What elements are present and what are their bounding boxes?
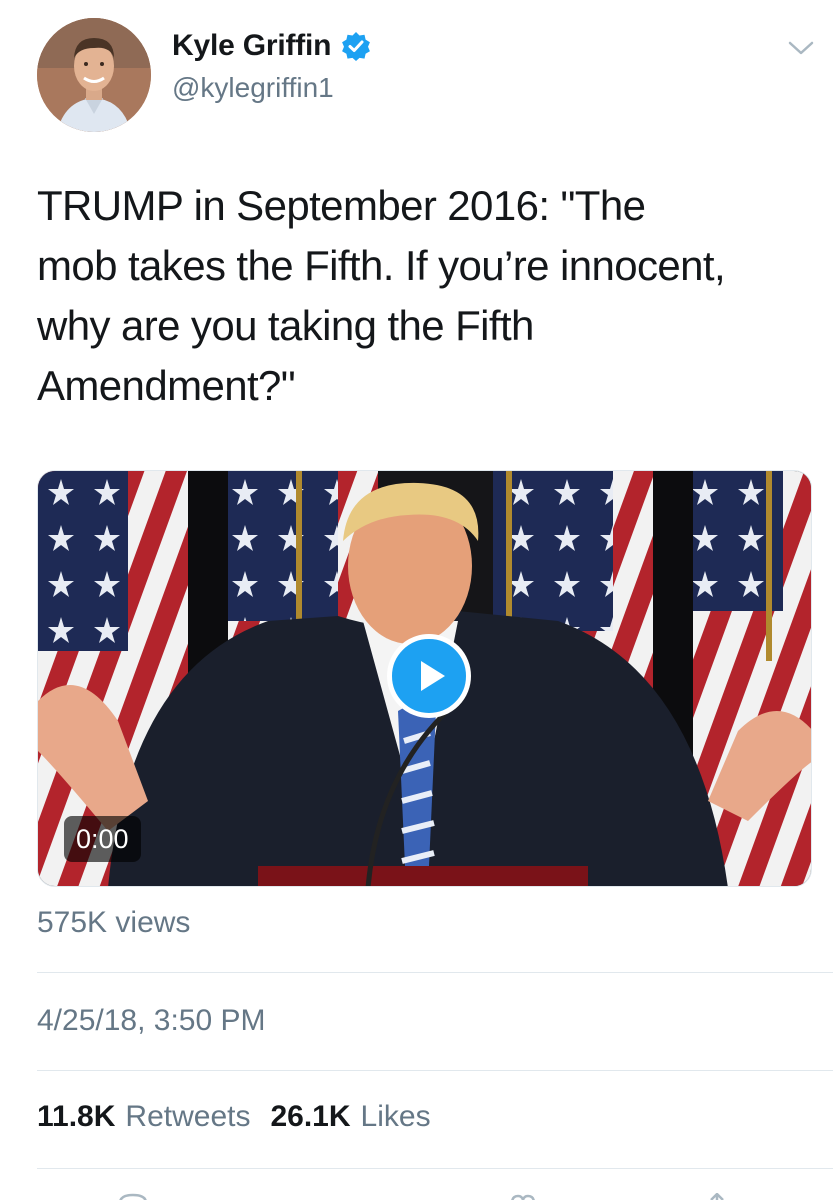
play-icon <box>421 661 445 691</box>
likes-count[interactable]: 26.1K <box>270 1100 350 1134</box>
view-count: 575K views <box>37 906 191 939</box>
tweet-text-line: why are you taking the Fifth <box>37 302 534 349</box>
divider <box>37 1070 833 1071</box>
reply-icon[interactable] <box>118 1190 148 1200</box>
chevron-down-icon[interactable] <box>786 36 816 60</box>
tweet-timestamp[interactable]: 4/25/18, 3:50 PM <box>37 1004 266 1038</box>
likes-label[interactable]: Likes <box>361 1100 431 1134</box>
divider <box>37 1168 833 1169</box>
engagement-stats: 11.8K Retweets 26.1K Likes <box>37 1100 451 1134</box>
tweet-text-line: mob takes the Fifth. If you’re innocent, <box>37 242 726 289</box>
author-name-row: Kyle Griffin <box>172 26 371 66</box>
like-icon[interactable] <box>508 1190 538 1200</box>
tweet-text-line: Amendment?" <box>37 362 296 409</box>
divider <box>37 972 833 973</box>
play-button[interactable] <box>387 634 471 718</box>
display-name[interactable]: Kyle Griffin <box>172 29 331 63</box>
video-timecode: 0:00 <box>64 816 141 862</box>
verified-badge-icon <box>341 31 371 61</box>
retweets-label[interactable]: Retweets <box>125 1100 250 1134</box>
retweets-count[interactable]: 11.8K <box>37 1100 115 1134</box>
video-player[interactable]: 0:00 <box>37 470 812 887</box>
tweet-text: TRUMP in September 2016: "The mob takes … <box>37 176 817 416</box>
tweet-header: Kyle Griffin @kylegriffin1 <box>0 0 833 140</box>
avatar[interactable] <box>37 18 151 132</box>
author-handle[interactable]: @kylegriffin1 <box>172 72 334 104</box>
share-icon[interactable] <box>702 1190 732 1200</box>
tweet-text-line: TRUMP in September 2016: "The <box>37 182 646 229</box>
